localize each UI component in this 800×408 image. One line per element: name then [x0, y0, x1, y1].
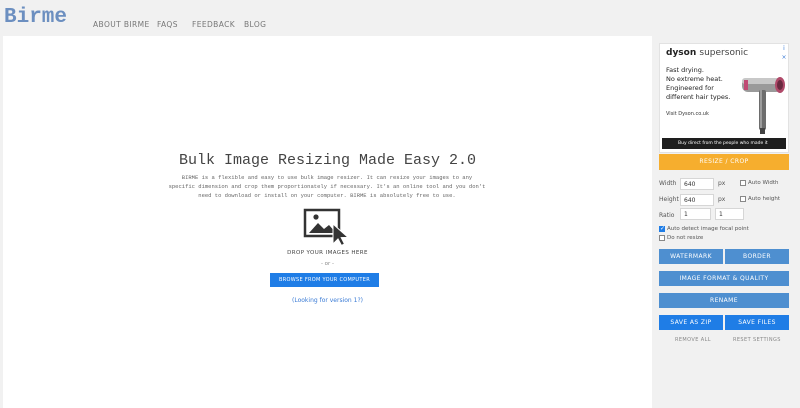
ad-cta-bar[interactable]: Buy direct from the people who made it [662, 138, 786, 149]
width-label: Width [659, 180, 677, 187]
save-files-button[interactable]: SAVE FILES [725, 315, 789, 330]
auto-width-label: Auto Width [748, 180, 779, 186]
ratio-label: Ratio [659, 212, 675, 219]
ad-visit-link[interactable]: Visit Dyson.co.uk [666, 111, 709, 117]
or-separator: - or - [320, 261, 335, 267]
page-title: Bulk Image Resizing Made Easy 2.0 [178, 152, 477, 169]
width-input[interactable] [680, 178, 714, 190]
ad-cta-text: Buy direct from the people who made it [678, 141, 768, 146]
focal-point-checkbox[interactable] [659, 225, 665, 232]
do-not-resize-checkbox[interactable] [659, 235, 665, 241]
version-1-link[interactable]: (Looking for version 1?) [3, 296, 652, 305]
save-as-zip-button[interactable]: SAVE AS ZIP [659, 315, 723, 330]
nav-about[interactable]: ABOUT BIRME [93, 20, 150, 30]
height-label: Height [659, 196, 679, 203]
ad-info-icon[interactable]: i [780, 45, 788, 53]
settings-sidebar: dyson supersonic Fast drying. No extreme… [655, 40, 795, 408]
height-input[interactable] [680, 194, 714, 206]
ad-copy: Fast drying. No extreme heat. Engineered… [666, 66, 731, 101]
format-quality-button[interactable]: IMAGE FORMAT & QUALITY [659, 271, 789, 286]
ad-brand-sub: supersonic [699, 48, 749, 58]
ratio-b-input[interactable] [715, 208, 744, 220]
image-upload-icon [303, 208, 350, 246]
intro-description: BIRME is a flexible and easy to use bulk… [168, 174, 486, 199]
width-unit: px [718, 180, 726, 187]
height-unit: px [718, 196, 726, 203]
birme-logo[interactable]: Birme [4, 6, 67, 30]
auto-width-checkbox[interactable] [740, 180, 746, 186]
drop-text: DROP YOUR IMAGES HERE [287, 250, 368, 256]
remove-all-link[interactable]: REMOVE ALL [675, 336, 711, 344]
ad-close-icon[interactable]: × [780, 54, 788, 62]
top-bar: Birme ABOUT BIRME FAQS FEEDBACK BLOG [0, 0, 800, 36]
hair-dryer-image [742, 77, 785, 134]
nav-feedback[interactable]: FEEDBACK [192, 20, 235, 30]
browse-button[interactable]: BROWSE FROM YOUR COMPUTER [270, 273, 379, 287]
nav-blog[interactable]: BLOG [244, 20, 266, 30]
ad-brand-name: dyson [666, 48, 697, 58]
focal-point-label: Auto detect image focal point [667, 226, 749, 232]
auto-height-checkbox[interactable] [740, 196, 746, 202]
ratio-a-input[interactable] [680, 208, 711, 220]
do-not-resize-label: Do not resize [667, 235, 704, 241]
watermark-button[interactable]: WATERMARK [659, 249, 723, 264]
resize-crop-button[interactable]: RESIZE / CROP [659, 154, 789, 170]
reset-settings-link[interactable]: RESET SETTINGS [733, 336, 781, 344]
border-button[interactable]: BORDER [725, 249, 789, 264]
rename-button[interactable]: RENAME [659, 293, 789, 308]
drop-zone[interactable]: Bulk Image Resizing Made Easy 2.0 BIRME … [3, 36, 652, 408]
advertisement[interactable]: dyson supersonic Fast drying. No extreme… [659, 43, 789, 153]
auto-height-label: Auto height [748, 196, 781, 202]
nav-faqs[interactable]: FAQS [157, 20, 178, 30]
ad-brand: dyson supersonic [666, 48, 748, 58]
